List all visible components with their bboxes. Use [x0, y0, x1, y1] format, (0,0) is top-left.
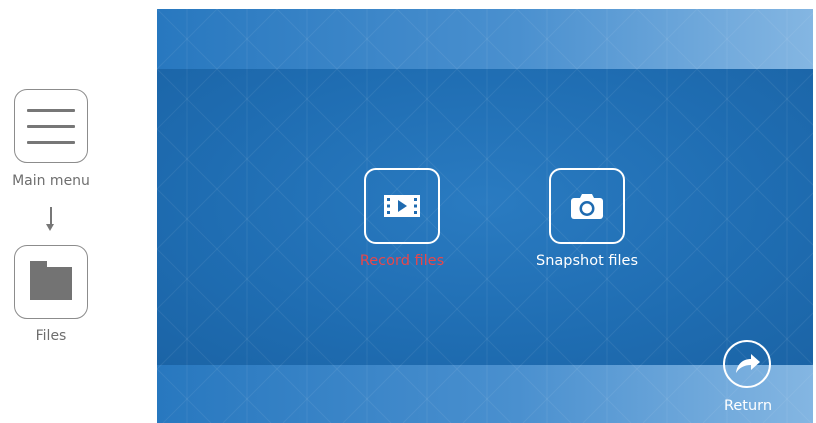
files-folder-icon: [14, 245, 88, 319]
return-button[interactable]: [723, 340, 771, 388]
main-menu-label: Main menu: [12, 173, 90, 189]
files-label: Files: [35, 328, 67, 344]
record-files-label[interactable]: Record files: [322, 253, 482, 269]
background-lattice: [157, 9, 813, 423]
camera-icon: [571, 194, 603, 219]
guide-arrow-down-icon: [46, 224, 54, 231]
menu-line: [27, 109, 75, 112]
device-screen: Record files Snapshot files Return: [157, 9, 813, 423]
main-menu-icon: [14, 89, 88, 163]
record-files-button[interactable]: [364, 168, 440, 244]
video-play-icon: [384, 195, 420, 217]
menu-line: [27, 125, 75, 128]
snapshot-files-button[interactable]: [549, 168, 625, 244]
return-label[interactable]: Return: [713, 398, 783, 414]
snapshot-files-label[interactable]: Snapshot files: [507, 253, 667, 269]
menu-line: [27, 141, 75, 144]
folder-body: [30, 267, 72, 300]
return-arrow-icon: [736, 354, 760, 373]
